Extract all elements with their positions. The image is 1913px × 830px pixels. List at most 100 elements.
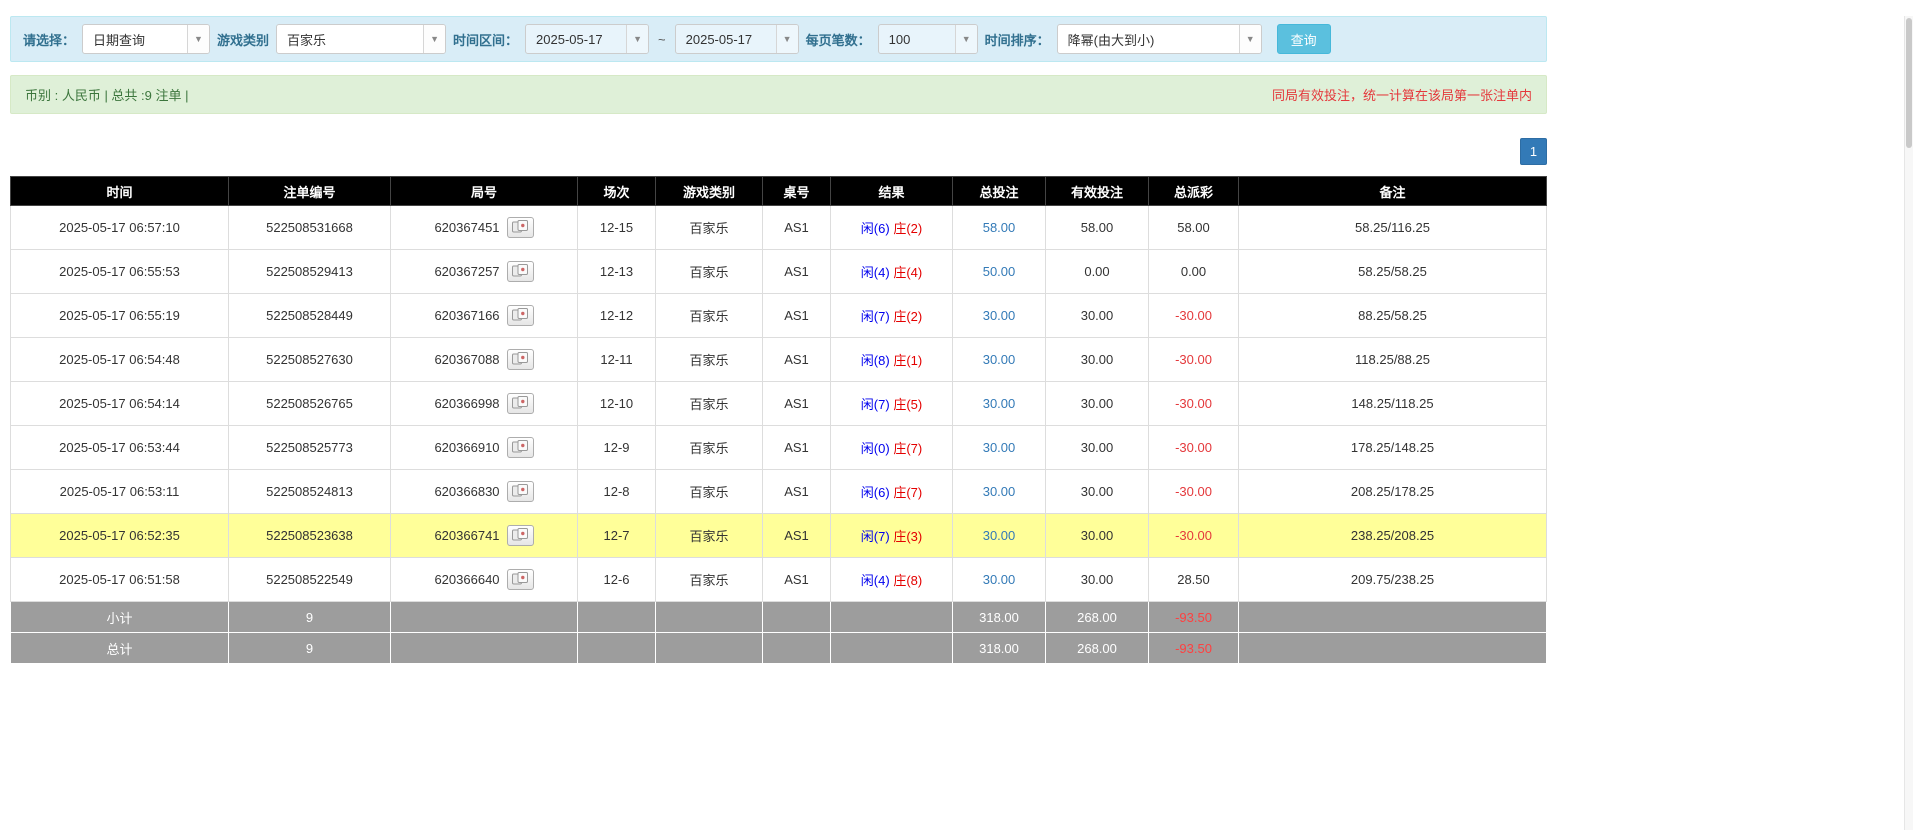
valid-bet-cell: 30.00 (1045, 381, 1149, 426)
column-header-9: 总派彩 (1148, 176, 1239, 206)
player-result: 闲(7) (860, 397, 890, 412)
valid-bet-cell: 30.00 (1045, 557, 1149, 602)
date-to-select[interactable]: 2025-05-17 ▼ (674, 24, 799, 54)
total-bet-link[interactable]: 30.00 (952, 557, 1046, 602)
footer-label-cell: 总计 (10, 632, 229, 664)
game-type-select[interactable]: 百家乐 ▼ (276, 24, 447, 54)
banker-result: 庄(4) (893, 265, 923, 280)
page-size-value: 100 (888, 31, 911, 47)
footer-empty-cell (655, 632, 763, 664)
footer-total-bet-cell: 318.00 (952, 632, 1046, 664)
total-bet-link[interactable]: 30.00 (952, 381, 1046, 426)
player-result: 闲(4) (860, 573, 890, 588)
footer-empty-cell (830, 601, 953, 633)
view-road-button[interactable] (506, 305, 534, 326)
banker-result: 庄(5) (893, 397, 923, 412)
player-result: 闲(0) (860, 441, 890, 456)
session-cell: 12-13 (577, 249, 656, 294)
vertical-scrollbar[interactable] (1904, 16, 1913, 830)
round-wrap: 620367451 (434, 217, 534, 238)
round-cell: 620366998 (390, 381, 578, 426)
view-road-button[interactable] (506, 481, 534, 502)
time-cell: 2025-05-17 06:54:48 (10, 337, 229, 382)
view-road-button[interactable] (506, 261, 534, 282)
round-number: 620367451 (434, 220, 500, 235)
round-cell: 620367451 (390, 205, 578, 250)
footer-remark-cell (1238, 632, 1547, 664)
table-row: 2025-05-17 06:55:19 522508528449 620367166… (10, 293, 1547, 338)
player-result: 闲(4) (860, 265, 890, 280)
table-no-cell: AS1 (762, 557, 831, 602)
payout-cell: 0.00 (1148, 249, 1239, 294)
view-road-button[interactable] (506, 569, 534, 590)
total-bet-link[interactable]: 30.00 (952, 293, 1046, 338)
date-from-select[interactable]: 2025-05-17 ▼ (525, 24, 650, 54)
time-cell: 2025-05-17 06:55:19 (10, 293, 229, 338)
total-bet-link[interactable]: 30.00 (952, 469, 1046, 514)
player-result: 闲(7) (860, 529, 890, 544)
round-number: 620367166 (434, 308, 500, 323)
bet-id-cell: 522508525773 (228, 425, 391, 470)
time-cell: 2025-05-17 06:57:10 (10, 205, 229, 250)
chevron-down-icon: ▼ (187, 25, 210, 53)
session-cell: 12-11 (577, 337, 656, 382)
round-wrap: 620367166 (434, 305, 534, 326)
chevron-down-icon: ▼ (626, 25, 649, 53)
total-bet-link[interactable]: 30.00 (952, 513, 1046, 558)
banker-result: 庄(7) (893, 485, 923, 500)
page-button-1[interactable]: 1 (1520, 138, 1547, 165)
remark-cell: 208.25/178.25 (1238, 469, 1547, 514)
query-type-select[interactable]: 日期查询 ▼ (82, 24, 211, 54)
time-cell: 2025-05-17 06:53:44 (10, 425, 229, 470)
footer-valid-bet-cell: 268.00 (1045, 632, 1149, 664)
cards-icon (512, 439, 529, 456)
valid-bet-notice: 同局有效投注，统一计算在该局第一张注单内 (1271, 88, 1532, 103)
scrollbar-thumb[interactable] (1906, 18, 1912, 148)
round-wrap: 620366910 (434, 437, 534, 458)
time-cell: 2025-05-17 06:55:53 (10, 249, 229, 294)
round-number: 620366830 (434, 484, 500, 499)
total-bet-link[interactable]: 30.00 (952, 425, 1046, 470)
round-cell: 620366830 (390, 469, 578, 514)
result-cell: 闲(8) 庄(1) (830, 337, 953, 382)
view-road-button[interactable] (506, 217, 534, 238)
session-cell: 12-10 (577, 381, 656, 426)
game-type-cell: 百家乐 (655, 293, 763, 338)
footer-label-cell: 小计 (10, 601, 229, 633)
table-no-cell: AS1 (762, 513, 831, 558)
payout-cell: -30.00 (1148, 513, 1239, 558)
total-bet-link[interactable]: 50.00 (952, 249, 1046, 294)
column-header-1: 注单编号 (228, 176, 391, 206)
view-road-button[interactable] (506, 349, 534, 370)
valid-bet-cell: 58.00 (1045, 205, 1149, 250)
valid-bet-cell: 30.00 (1045, 293, 1149, 338)
view-road-button[interactable] (506, 437, 534, 458)
view-road-button[interactable] (506, 525, 534, 546)
player-result: 闲(8) (860, 353, 890, 368)
sort-order-select[interactable]: 降幂(由大到小) ▼ (1056, 24, 1262, 54)
total-bet-link[interactable]: 30.00 (952, 337, 1046, 382)
table-row: 2025-05-17 06:52:35 522508523638 620366741… (10, 513, 1547, 558)
result-cell: 闲(4) 庄(4) (830, 249, 953, 294)
date-to-value: 2025-05-17 (685, 31, 753, 47)
content-area: 请选择： 日期查询 ▼ 游戏类别 百家乐 ▼ 时间区间： 2025-05-17 … (10, 16, 1547, 664)
banker-result: 庄(7) (893, 441, 923, 456)
cards-icon (512, 263, 529, 280)
banker-result: 庄(3) (893, 529, 923, 544)
footer-empty-cell (577, 601, 656, 633)
banker-result: 庄(2) (893, 221, 923, 236)
session-cell: 12-9 (577, 425, 656, 470)
result-cell: 闲(7) 庄(3) (830, 513, 953, 558)
table-header-row: 时间 注单编号 局号 场次 游戏类别 桌号 结果 总投注 有效投注 总派彩 备注 (10, 176, 1547, 206)
search-button[interactable]: 查询 (1276, 24, 1331, 54)
view-road-button[interactable] (506, 393, 534, 414)
sort-label: 时间排序： (984, 32, 1050, 48)
footer-empty-cell (655, 601, 763, 633)
banker-result: 庄(2) (893, 309, 923, 324)
total-bet-link[interactable]: 58.00 (952, 205, 1046, 250)
page-size-select[interactable]: 100 ▼ (877, 24, 978, 54)
summary-bar: 币别 : 人民币 | 总共 :9 注单 | 同局有效投注，统一计算在该局第一张注… (10, 75, 1547, 114)
player-result: 闲(6) (860, 485, 890, 500)
column-header-2: 局号 (390, 176, 578, 206)
bet-id-cell: 522508523638 (228, 513, 391, 558)
